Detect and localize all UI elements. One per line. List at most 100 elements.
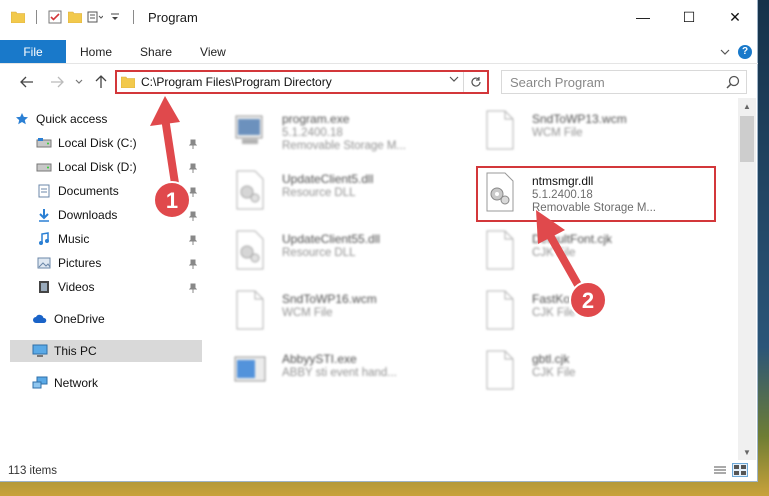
file-item[interactable]: DefaultFont.cjk CJK File <box>478 226 718 282</box>
sidebar-item-label: Downloads <box>58 208 118 222</box>
refresh-button[interactable] <box>463 72 487 92</box>
sidebar-item-network[interactable]: Network <box>32 372 202 394</box>
expand-ribbon-icon[interactable] <box>720 45 730 59</box>
sidebar-item-local-disk-d[interactable]: Local Disk (D:) <box>36 156 202 178</box>
sidebar-item-label: Documents <box>58 184 119 198</box>
tab-share[interactable]: Share <box>126 40 186 63</box>
sidebar-item-label: This PC <box>54 344 97 358</box>
search-box[interactable]: Search Program <box>501 70 747 94</box>
address-bar[interactable]: C:\Program Files\Program Directory <box>115 70 489 94</box>
pin-icon[interactable] <box>188 186 198 198</box>
minimize-button[interactable]: — <box>620 0 666 34</box>
file-description: Removable Storage M... <box>282 140 407 152</box>
file-list: program.exe 5.1.2400.18 Removable Storag… <box>212 98 738 460</box>
folder-icon <box>10 9 26 25</box>
pin-icon[interactable] <box>188 258 198 270</box>
pin-icon[interactable] <box>188 138 198 150</box>
address-path[interactable]: C:\Program Files\Program Directory <box>141 75 332 89</box>
star-icon <box>14 111 30 127</box>
file-name: SndToWP13.wcm <box>532 112 627 126</box>
folder-icon <box>121 76 135 88</box>
status-bar: 113 items <box>0 460 758 482</box>
chevron-down-icon[interactable] <box>107 9 123 25</box>
arrow-left-icon <box>20 76 33 88</box>
sidebar-item-label: Local Disk (C:) <box>58 136 137 150</box>
file-name: gbtl.cjk <box>532 352 570 366</box>
sidebar-item-label: Network <box>54 376 99 390</box>
file-item[interactable]: FastKor.cjk CJK File <box>478 286 718 342</box>
navigation-bar: C:\Program Files\Program Directory Searc… <box>0 68 758 96</box>
item-count: 113 items <box>8 465 58 477</box>
search-icon[interactable] <box>726 75 740 92</box>
file-name: FastKor.cjk <box>532 292 592 306</box>
file-item[interactable]: SndToWP13.wcm WCM File <box>478 106 718 162</box>
file-item[interactable]: AbbyySTI.exe ABBY sti event hand... <box>228 346 468 402</box>
pictures-icon <box>36 255 52 271</box>
scroll-up-icon[interactable]: ▲ <box>738 98 756 114</box>
sidebar-item-local-disk-c[interactable]: Local Disk (C:) <box>36 132 202 154</box>
pin-icon[interactable] <box>188 210 198 222</box>
tab-view[interactable]: View <box>186 40 240 63</box>
search-input[interactable]: Search Program <box>510 75 605 90</box>
file-type: WCM File <box>282 307 333 319</box>
drive-icon <box>36 135 52 151</box>
navigation-pane: Quick access Local Disk (C:) Local Disk … <box>0 104 204 460</box>
sidebar-item-documents[interactable]: Documents <box>36 180 202 202</box>
drive-icon <box>36 159 52 175</box>
file-type: Resource DLL <box>282 187 356 199</box>
window-title: Program <box>148 9 198 25</box>
sidebar-item-music[interactable]: Music <box>36 228 202 250</box>
file-item[interactable]: program.exe 5.1.2400.18 Removable Storag… <box>228 106 468 162</box>
file-item[interactable]: UpdateClient55.dll Resource DLL <box>228 226 468 282</box>
vertical-scrollbar[interactable]: ▲ ▼ <box>738 98 756 460</box>
file-name: SndToWP16.wcm <box>282 292 377 306</box>
back-button[interactable] <box>14 69 40 95</box>
details-view-icon[interactable] <box>712 463 728 477</box>
tab-file[interactable]: File <box>0 40 66 63</box>
close-button[interactable]: ✕ <box>712 0 758 34</box>
file-name: AbbyySTI.exe <box>282 352 357 366</box>
file-name: UpdateClient55.dll <box>282 232 381 246</box>
chevron-down-icon <box>75 79 83 84</box>
up-button[interactable] <box>88 69 114 95</box>
tab-home[interactable]: Home <box>66 40 126 63</box>
file-icon <box>478 346 522 394</box>
large-icons-view-icon[interactable] <box>732 463 748 477</box>
file-description: ABBY sti event hand... <box>282 367 397 379</box>
sidebar-item-videos[interactable]: Videos <box>36 276 202 298</box>
sidebar-item-pictures[interactable]: Pictures <box>36 252 202 274</box>
file-item[interactable]: UpdateClient5.dll Resource DLL <box>228 166 468 222</box>
explorer-window: Program — ☐ ✕ File Home Share View ? C:\… <box>0 0 758 482</box>
sidebar-item-this-pc[interactable]: This PC <box>10 340 202 362</box>
file-item[interactable]: SndToWP16.wcm WCM File <box>228 286 468 342</box>
file-name: program.exe <box>282 112 350 126</box>
pin-icon[interactable] <box>188 162 198 174</box>
file-version: 5.1.2400.18 <box>282 127 343 139</box>
file-version: 5.1.2400.18 <box>532 189 593 201</box>
sidebar-item-onedrive[interactable]: OneDrive <box>32 308 202 330</box>
pin-icon[interactable] <box>188 282 198 294</box>
pin-icon[interactable] <box>188 234 198 246</box>
new-folder-icon[interactable] <box>67 9 83 25</box>
file-type: CJK File <box>532 367 576 379</box>
videos-icon <box>36 279 52 295</box>
title-bar: Program — ☐ ✕ <box>0 0 758 34</box>
sidebar-item-label: Quick access <box>36 112 108 126</box>
toolbar-separator <box>36 10 37 24</box>
network-icon <box>32 375 48 391</box>
dll-icon <box>478 168 522 216</box>
customize-toolbar-icon[interactable] <box>87 9 103 25</box>
scroll-down-icon[interactable]: ▼ <box>738 444 756 460</box>
window-controls: — ☐ ✕ <box>620 0 758 34</box>
scrollbar-thumb[interactable] <box>740 116 754 162</box>
file-item-ntmsmgr-dll[interactable]: ntmsmgr.dll 5.1.2400.18 Removable Storag… <box>476 166 716 222</box>
exe-icon <box>228 106 272 154</box>
chevron-down-icon[interactable] <box>449 75 459 86</box>
toolbar-separator <box>133 10 134 24</box>
help-icon[interactable]: ? <box>738 44 752 59</box>
file-item[interactable]: gbtl.cjk CJK File <box>478 346 718 402</box>
properties-icon[interactable] <box>47 9 63 25</box>
maximize-button[interactable]: ☐ <box>666 0 712 34</box>
sidebar-item-quick-access[interactable]: Quick access <box>14 108 202 130</box>
sidebar-item-downloads[interactable]: Downloads <box>36 204 202 226</box>
